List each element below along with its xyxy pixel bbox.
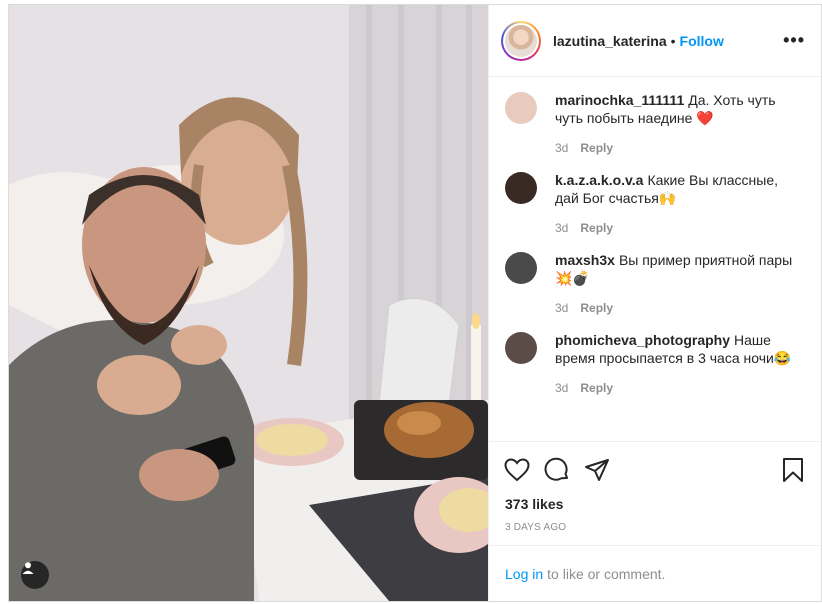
reply-button[interactable]: Reply xyxy=(580,301,613,315)
bookmark-icon[interactable] xyxy=(779,456,807,484)
reply-button[interactable]: Reply xyxy=(580,221,613,235)
comment-time: 3d xyxy=(555,301,569,315)
commenter-username[interactable]: marinochka_111111 xyxy=(555,92,684,108)
login-prompt: Log in to like or comment. xyxy=(489,545,821,601)
commenter-avatar[interactable] xyxy=(505,92,537,124)
post-sidebar: lazutina_katerina • Follow ••• marinochk… xyxy=(488,5,821,601)
share-icon[interactable] xyxy=(583,456,611,484)
separator-dot: • xyxy=(670,32,676,49)
comment-time: 3d xyxy=(555,221,569,235)
commenter-avatar[interactable] xyxy=(505,332,537,364)
action-icons xyxy=(503,450,807,490)
comment-item: k.a.z.a.k.o.v.a Какие Вы классные, дай Бо… xyxy=(505,171,805,235)
comments-list: marinochka_111111 Да. Хоть чуть чуть побы… xyxy=(489,77,821,441)
commenter-username[interactable]: phomicheva_photography xyxy=(555,332,730,348)
reply-button[interactable]: Reply xyxy=(580,141,613,155)
comment-item: marinochka_111111 Да. Хоть чуть чуть побы… xyxy=(505,91,805,155)
login-link[interactable]: Log in xyxy=(505,566,543,582)
author-username[interactable]: lazutina_katerina xyxy=(553,33,667,49)
commenter-username[interactable]: maxsh3x xyxy=(555,252,615,268)
post-actions: 373 likes 3 DAYS AGO xyxy=(489,441,821,533)
commenter-username[interactable]: k.a.z.a.k.o.v.a xyxy=(555,172,643,188)
more-options-icon[interactable]: ••• xyxy=(783,30,805,51)
comment-item: maxsh3x Вы пример приятной пары 💥💣 3d Repl… xyxy=(505,251,805,315)
reply-button[interactable]: Reply xyxy=(580,381,613,395)
likes-count[interactable]: 373 likes xyxy=(503,496,807,512)
post-header: lazutina_katerina • Follow ••• xyxy=(489,5,821,77)
post-timestamp: 3 DAYS AGO xyxy=(505,522,567,533)
post-photo[interactable] xyxy=(9,5,488,601)
follow-button[interactable]: Follow xyxy=(680,33,724,49)
photo-illustration xyxy=(9,5,488,601)
comment-time: 3d xyxy=(555,141,569,155)
tagged-users-button[interactable] xyxy=(21,561,49,589)
heart-icon[interactable] xyxy=(503,456,531,484)
author-avatar[interactable] xyxy=(501,20,541,61)
comment-icon[interactable] xyxy=(543,456,571,484)
commenter-avatar[interactable] xyxy=(505,252,537,284)
comment-item: phomicheva_photography Наше время просыпа… xyxy=(505,331,805,395)
user-icon xyxy=(22,562,34,574)
login-prompt-text: to like or comment. xyxy=(547,565,666,582)
comment-time: 3d xyxy=(555,381,569,395)
commenter-avatar[interactable] xyxy=(505,172,537,204)
instagram-post: lazutina_katerina • Follow ••• marinochk… xyxy=(8,4,822,602)
